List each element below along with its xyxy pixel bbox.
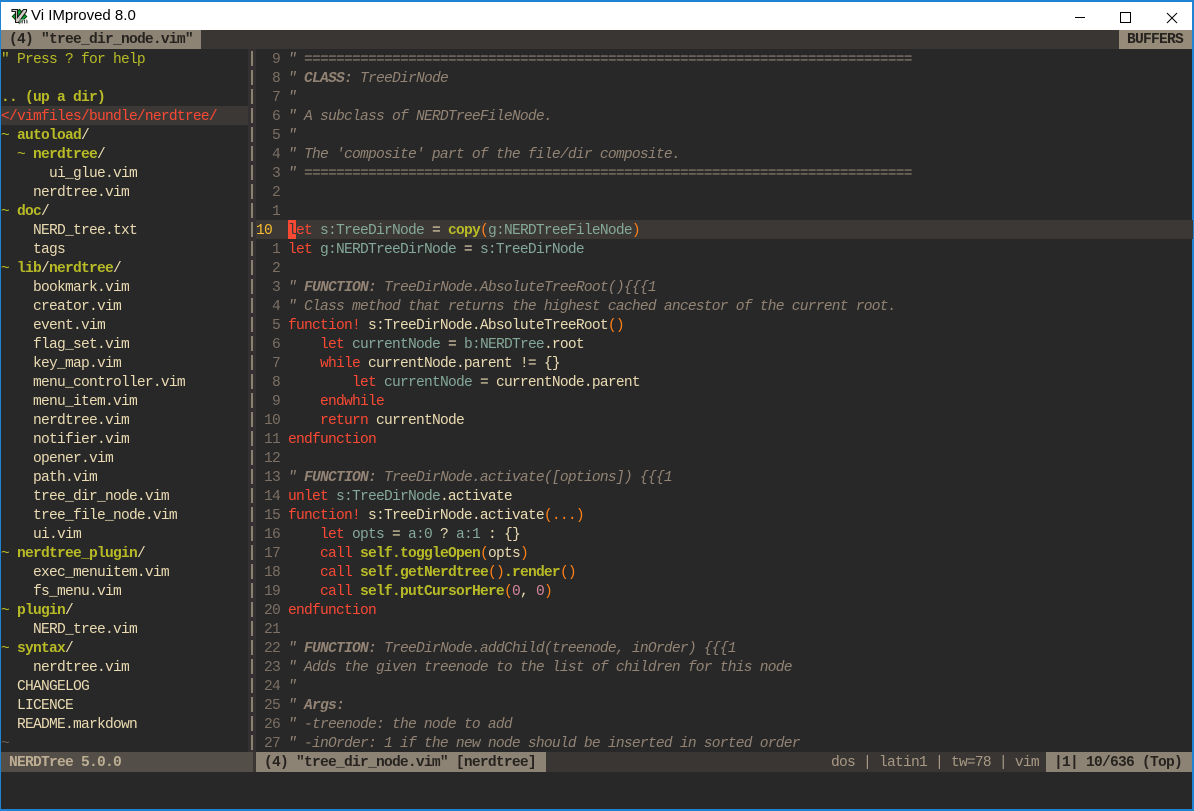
- svg-text:im: im: [19, 15, 28, 25]
